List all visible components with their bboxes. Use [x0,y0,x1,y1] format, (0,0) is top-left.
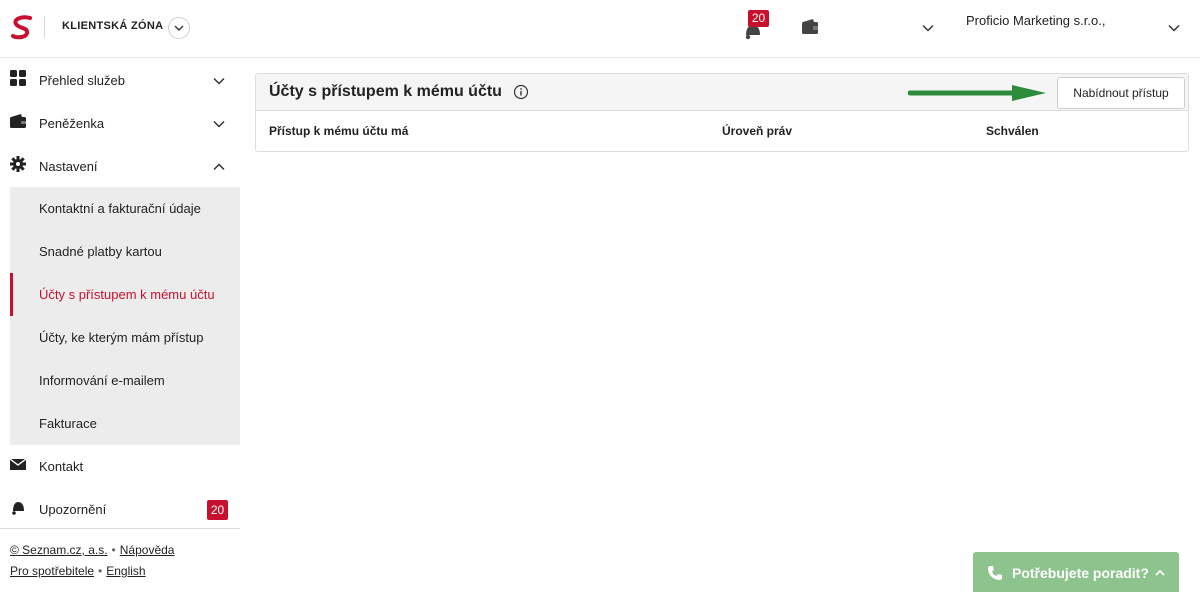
submenu-item-accounts-with-access[interactable]: Účty s přístupem k mému účtu [10,273,240,316]
brand-menu-toggle[interactable] [168,17,190,39]
wallet-icon[interactable] [801,18,819,35]
footer-links-row-2: Pro spotřebitele • English [10,564,146,578]
submenu-item-accounts-i-access[interactable]: Účty, ke kterým mám přístup [10,316,240,359]
column-header-account: Přístup k mému účtu má [269,124,409,138]
submenu-item-label: Účty, ke kterým mám přístup [39,330,204,345]
envelope-icon [10,458,26,470]
sidebar: Přehled služeb Peněženka Nastavení Konta… [0,59,240,587]
brand-title: KLIENTSKÁ ZÓNA [62,20,164,32]
help-link[interactable]: Nápověda [120,543,175,557]
phone-icon [988,566,1002,580]
sidebar-item-settings[interactable]: Nastavení [0,145,240,188]
account-menu-toggle[interactable] [1164,18,1184,38]
submenu-item-label: Snadné platby kartou [39,244,162,259]
submenu-item-email-notifications[interactable]: Informování e-mailem [10,359,240,402]
submenu-item-label: Účty s přístupem k mému účtu [39,287,215,302]
submenu-item-invoicing[interactable]: Fakturace [10,402,240,445]
help-button-label: Potřebujete poradit? [1012,565,1149,581]
sidebar-footer-divider [0,528,240,529]
submenu-item-label: Fakturace [39,416,97,431]
notification-badge: 20 [748,10,769,27]
english-link[interactable]: English [106,564,145,578]
gear-icon [10,156,26,172]
wallet-icon [10,114,26,128]
chevron-up-icon [211,159,227,175]
seznam-link[interactable]: © Seznam.cz, a.s. [10,543,108,557]
column-header-rights-level: Úroveň práv [722,124,793,138]
column-header-approved: Schválen [986,124,1039,138]
sidebar-item-alerts[interactable]: Upozornění 20 [0,488,240,531]
logo-divider [44,16,45,38]
sidebar-item-services[interactable]: Přehled služeb [0,59,240,102]
panel-header: Účty s přístupem k mému účtu Nabídnout p… [256,74,1188,111]
page-title: Účty s přístupem k mému účtu [269,83,502,100]
submenu-item-label: Kontaktní a fakturační údaje [39,201,201,216]
chevron-down-icon [211,116,227,132]
sidebar-item-label: Upozornění [39,502,107,517]
separator-dot: • [98,564,103,578]
sidebar-item-label: Peněženka [39,116,105,131]
consumers-link[interactable]: Pro spotřebitele [10,564,94,578]
account-switch-toggle[interactable] [918,18,938,38]
sidebar-item-label: Kontakt [39,459,84,474]
settings-submenu: Kontaktní a fakturační údaje Snadné plat… [10,187,240,445]
sidebar-item-contact[interactable]: Kontakt [0,445,240,488]
separator-dot: • [111,543,116,557]
top-header: KLIENTSKÁ ZÓNA 20 Proficio Marketing s.r… [0,0,1200,58]
chevron-up-icon [1155,569,1165,576]
submenu-item-label: Informování e-mailem [39,373,165,388]
bell-icon [12,502,24,515]
green-arrow-annotation [908,85,1046,101]
footer-links-row-1: © Seznam.cz, a.s. • Nápověda [10,543,174,557]
grid-icon [10,70,26,86]
submenu-item-card-payments[interactable]: Snadné platby kartou [10,230,240,273]
alerts-badge: 20 [207,500,228,520]
chevron-down-icon [922,24,934,32]
account-name[interactable]: Proficio Marketing s.r.o., [966,13,1105,28]
offer-access-button[interactable]: Nabídnout přístup [1057,77,1185,109]
sidebar-item-wallet[interactable]: Peněženka [0,102,240,145]
info-icon[interactable] [513,84,529,100]
help-chat-button[interactable]: Potřebujete poradit? [973,552,1179,592]
sidebar-item-label: Nastavení [39,159,98,174]
submenu-item-contact-billing[interactable]: Kontaktní a fakturační údaje [10,187,240,230]
access-panel: Účty s přístupem k mému účtu Nabídnout p… [255,73,1189,152]
chevron-down-icon [211,73,227,89]
chevron-down-icon [174,25,184,31]
seznam-logo[interactable] [10,15,34,41]
chevron-down-icon [1168,24,1180,32]
sidebar-item-label: Přehled služeb [39,73,125,88]
